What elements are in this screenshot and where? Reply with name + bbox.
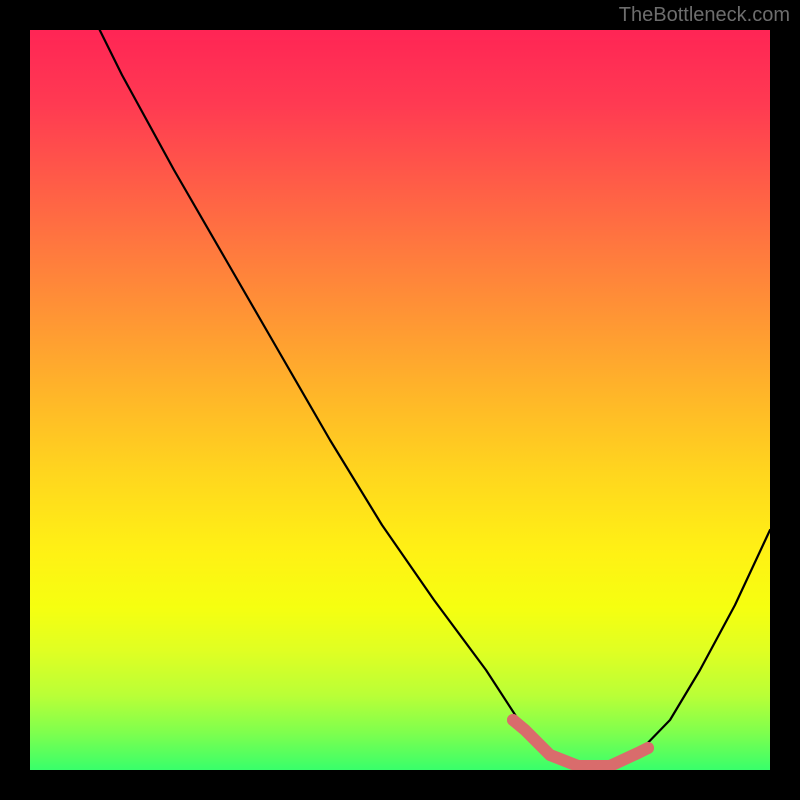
- watermark-text: TheBottleneck.com: [619, 4, 790, 27]
- bottleneck-curve: [30, 30, 770, 770]
- chart-plot-area: [30, 30, 770, 770]
- curve-path: [70, 30, 770, 766]
